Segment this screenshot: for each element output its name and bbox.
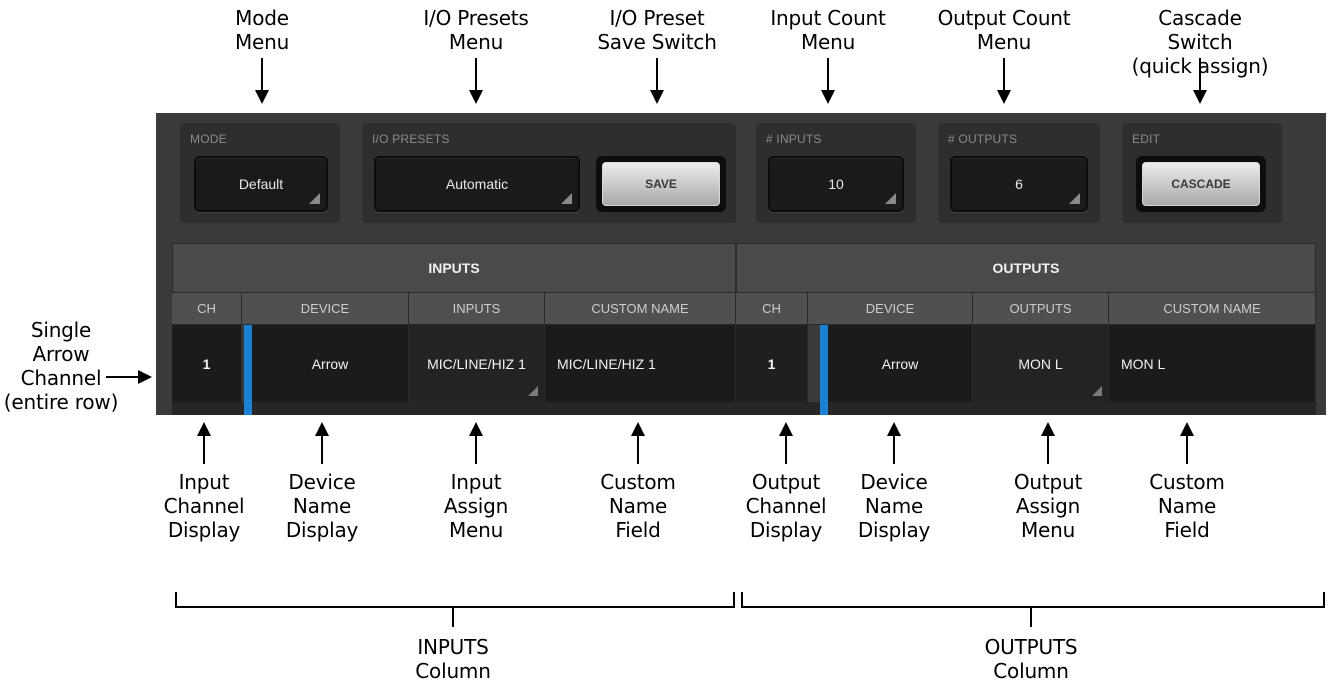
arrow-mode	[255, 58, 269, 104]
callout-output-custom-name: Custom Name Field	[1149, 470, 1225, 542]
io-presets-group: I/O PRESETS Automatic SAVE	[362, 123, 736, 223]
edit-group: EDIT CASCADE	[1122, 123, 1282, 223]
outputs-column-label: OUTPUTS Column	[984, 635, 1078, 683]
arrow-output-count	[997, 58, 1011, 104]
arrow-input-device	[315, 422, 329, 464]
inputs-header: INPUTS	[172, 243, 736, 293]
callout-mode-menu: Mode Menu	[234, 6, 290, 54]
col-output-device: DEVICE	[808, 293, 973, 325]
dropdown-corner-icon	[885, 193, 896, 204]
col-input-inputs: INPUTS	[409, 293, 545, 325]
output-assign-value: MON L	[1018, 355, 1063, 372]
io-preset-save-button[interactable]: SAVE	[596, 156, 726, 212]
outputs-count-value: 6	[1015, 176, 1023, 192]
arrow-output-channel	[779, 422, 793, 464]
col-input-device: DEVICE	[242, 293, 409, 325]
outputs-bracket-stem	[1030, 607, 1032, 627]
col-output-outputs: OUTPUTS	[973, 293, 1109, 325]
mode-value: Default	[238, 176, 284, 192]
col-output-custom-name: CUSTOM NAME	[1109, 293, 1316, 325]
callout-io-preset-save: I/O Preset Save Switch	[597, 6, 717, 54]
input-assign-value: MIC/LINE/HIZ 1	[427, 355, 526, 372]
save-button-label: SAVE	[602, 162, 720, 206]
callout-output-channel-display: Output Channel Display	[745, 470, 827, 542]
mode-label: MODE	[190, 132, 227, 146]
input-device-color-bar	[244, 325, 252, 402]
inputs-bracket	[175, 592, 735, 608]
mode-group: MODE Default	[180, 123, 340, 223]
col-input-ch: CH	[172, 293, 242, 325]
inputs-count-dropdown[interactable]: 10	[768, 156, 904, 212]
edit-label: EDIT	[1132, 132, 1161, 146]
col-output-ch: CH	[736, 293, 808, 325]
inputs-count-value: 10	[828, 176, 844, 192]
input-device-name: Arrow	[252, 325, 409, 402]
input-custom-name-field[interactable]: MIC/LINE/HIZ 1	[545, 325, 736, 402]
callout-input-assign-menu: Input Assign Menu	[443, 470, 509, 542]
next-row-edge	[172, 402, 1316, 415]
inputs-count-label: # INPUTS	[766, 132, 822, 146]
cascade-button-label: CASCADE	[1142, 162, 1260, 206]
arrow-io-save	[650, 58, 664, 104]
next-row-bar	[244, 402, 252, 415]
callout-input-channel-display: Input Channel Display	[163, 470, 245, 542]
dropdown-corner-icon	[528, 386, 538, 396]
inputs-bracket-stem	[452, 607, 454, 627]
output-device-color-bar	[820, 325, 828, 402]
dropdown-corner-icon	[1092, 386, 1102, 396]
dropdown-corner-icon	[309, 193, 320, 204]
callout-output-device-name: Device Name Display	[857, 470, 931, 542]
outputs-count-group: # OUTPUTS 6	[938, 123, 1100, 223]
mode-dropdown[interactable]: Default	[194, 156, 328, 212]
arrow-io-presets	[469, 58, 483, 104]
input-assign-menu[interactable]: MIC/LINE/HIZ 1	[409, 325, 545, 402]
cascade-button[interactable]: CASCADE	[1136, 156, 1266, 212]
arrow-output-custom	[1180, 422, 1194, 464]
arrow-cascade	[1193, 58, 1207, 104]
outputs-count-label: # OUTPUTS	[948, 132, 1018, 146]
arrow-input-custom	[631, 422, 645, 464]
callout-input-device-name: Device Name Display	[285, 470, 359, 542]
next-row-bar	[820, 402, 828, 415]
callout-output-assign-menu: Output Assign Menu	[1013, 470, 1083, 542]
outputs-count-dropdown[interactable]: 6	[950, 156, 1088, 212]
arrow-input-channel	[197, 422, 211, 464]
callout-input-count: Input Count Menu	[770, 6, 886, 54]
arrow-input-count	[821, 58, 835, 104]
inputs-count-group: # INPUTS 10	[756, 123, 916, 223]
input-channel-display: 1	[172, 325, 242, 402]
inputs-column-label: INPUTS Column	[415, 635, 491, 683]
arrow-single-channel	[106, 370, 152, 384]
arrow-input-assign	[469, 422, 483, 464]
output-device-name: Arrow	[828, 325, 973, 402]
dropdown-corner-icon	[1069, 193, 1080, 204]
output-custom-name-value: MON L	[1121, 355, 1166, 372]
io-presets-dropdown[interactable]: Automatic	[374, 156, 580, 212]
arrow-output-assign	[1041, 422, 1055, 464]
arrow-output-device	[887, 422, 901, 464]
outputs-header: OUTPUTS	[736, 243, 1316, 293]
col-input-custom-name: CUSTOM NAME	[545, 293, 736, 325]
callout-single-channel: Single Arrow Channel (entire row)	[3, 318, 119, 414]
callout-output-count: Output Count Menu	[937, 6, 1071, 54]
dropdown-corner-icon	[561, 193, 572, 204]
outputs-bracket	[741, 592, 1325, 608]
callout-input-custom-name: Custom Name Field	[600, 470, 676, 542]
input-custom-name-value: MIC/LINE/HIZ 1	[557, 355, 656, 372]
io-setup-panel: MODE Default I/O PRESETS Automatic SAVE …	[156, 113, 1326, 415]
output-custom-name-field[interactable]: MON L	[1109, 325, 1316, 402]
output-assign-menu[interactable]: MON L	[973, 325, 1109, 402]
callout-io-presets-menu: I/O Presets Menu	[423, 6, 529, 54]
io-presets-value: Automatic	[445, 176, 509, 192]
io-presets-label: I/O PRESETS	[372, 132, 450, 146]
output-channel-display: 1	[736, 325, 808, 402]
